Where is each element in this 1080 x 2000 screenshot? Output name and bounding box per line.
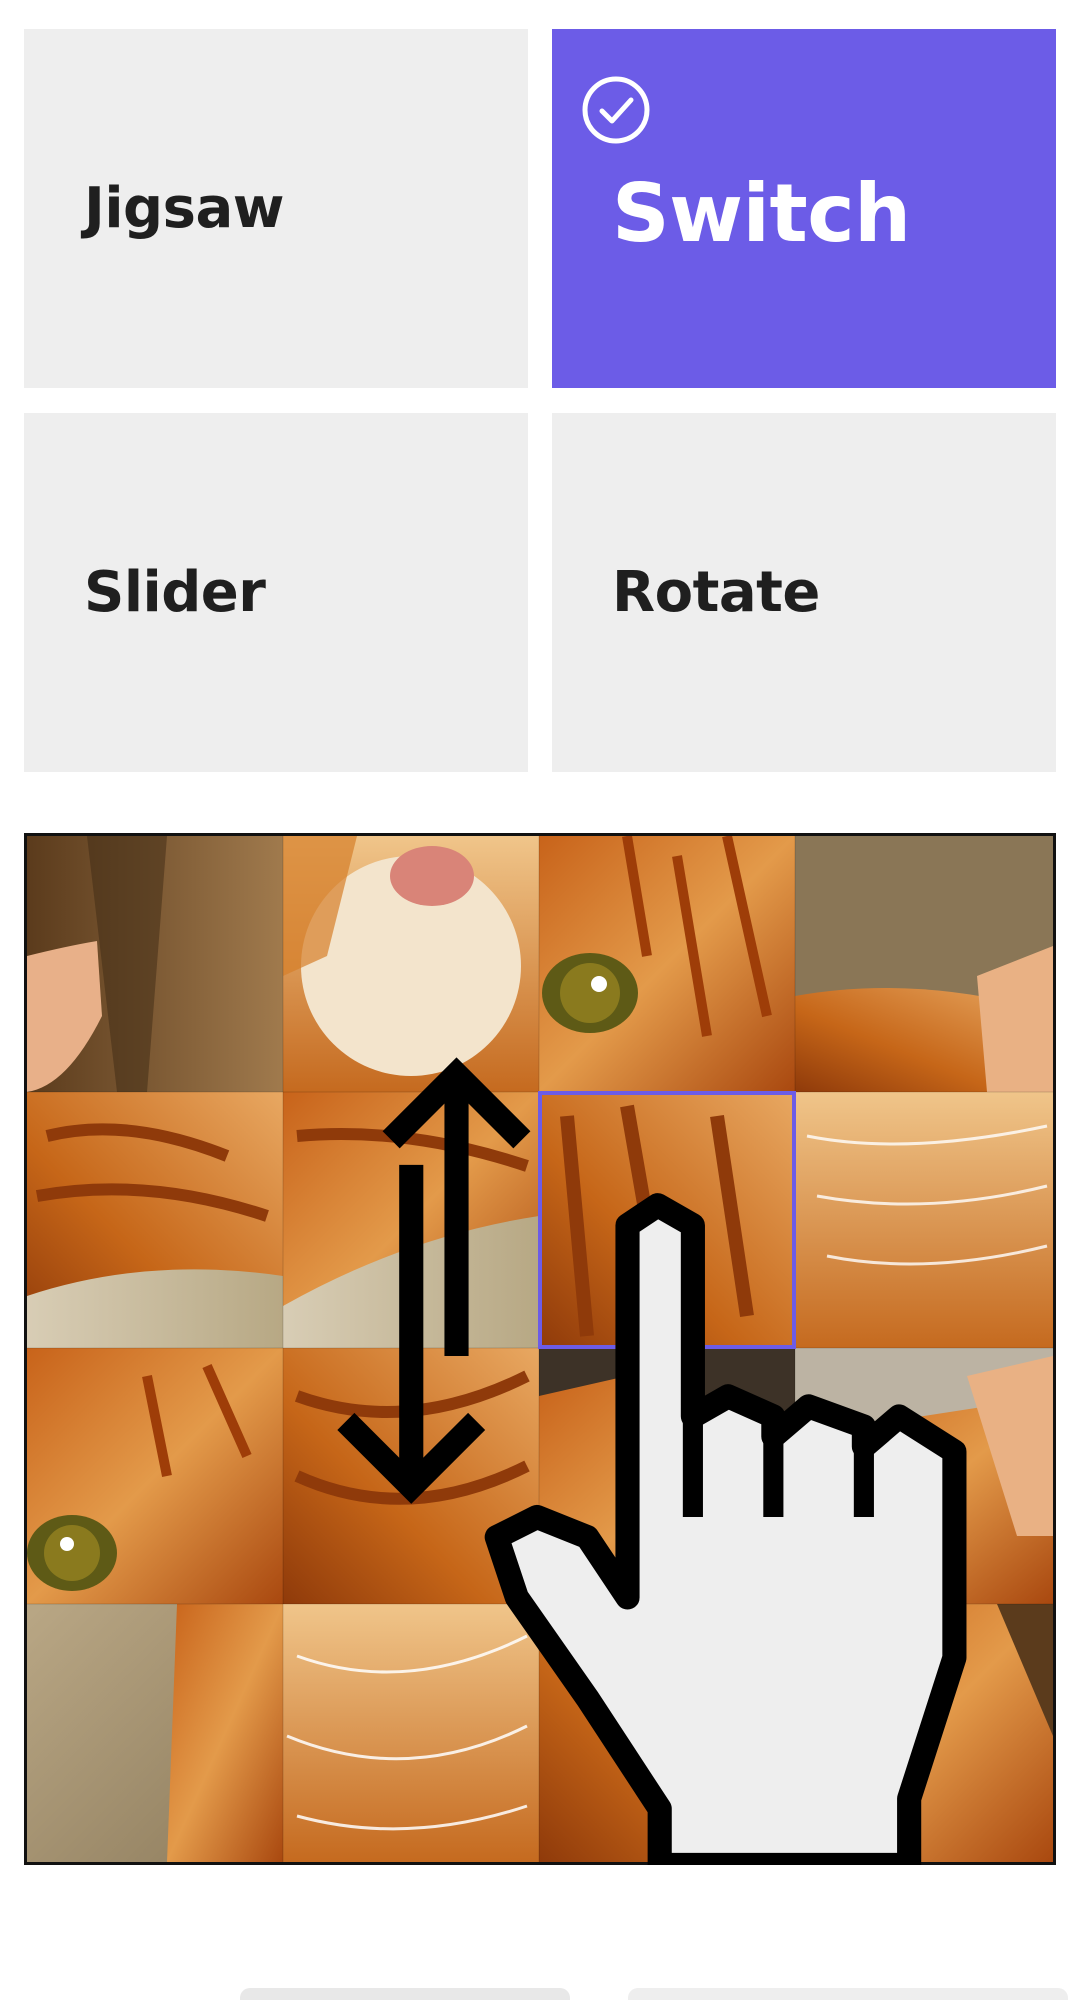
mode-card-jigsaw[interactable]: Jigsaw xyxy=(24,29,528,388)
puzzle-tile[interactable] xyxy=(539,1092,795,1348)
mode-card-slider[interactable]: Slider xyxy=(24,413,528,772)
puzzle-board[interactable] xyxy=(24,833,1056,1865)
puzzle-tile[interactable] xyxy=(795,1604,1053,1862)
puzzle-tile[interactable] xyxy=(283,1092,539,1348)
puzzle-tile[interactable] xyxy=(795,1348,1053,1604)
puzzle-tile[interactable] xyxy=(283,1604,539,1862)
puzzle-tile[interactable] xyxy=(27,1604,283,1862)
mode-label-switch: Switch xyxy=(612,167,911,260)
mode-label-slider: Slider xyxy=(84,560,266,625)
puzzle-tile[interactable] xyxy=(283,836,539,1092)
mode-card-switch[interactable]: Switch xyxy=(552,29,1056,388)
mode-label-rotate: Rotate xyxy=(612,560,820,625)
puzzle-tile[interactable] xyxy=(27,836,283,1092)
puzzle-tile[interactable] xyxy=(795,1092,1053,1348)
puzzle-tile[interactable] xyxy=(795,836,1053,1092)
puzzle-image xyxy=(27,836,1053,1862)
puzzle-tile[interactable] xyxy=(27,1348,283,1604)
bottom-button-right[interactable] xyxy=(628,1988,1068,2000)
puzzle-tile[interactable] xyxy=(27,1092,283,1348)
mode-card-rotate[interactable]: Rotate xyxy=(552,413,1056,772)
mode-label-jigsaw: Jigsaw xyxy=(84,176,284,241)
puzzle-tile[interactable] xyxy=(539,1348,795,1604)
puzzle-tile[interactable] xyxy=(283,1348,539,1604)
puzzle-tile[interactable] xyxy=(539,1604,795,1862)
bottom-button-left[interactable] xyxy=(240,1988,570,2000)
puzzle-tile[interactable] xyxy=(539,836,795,1092)
